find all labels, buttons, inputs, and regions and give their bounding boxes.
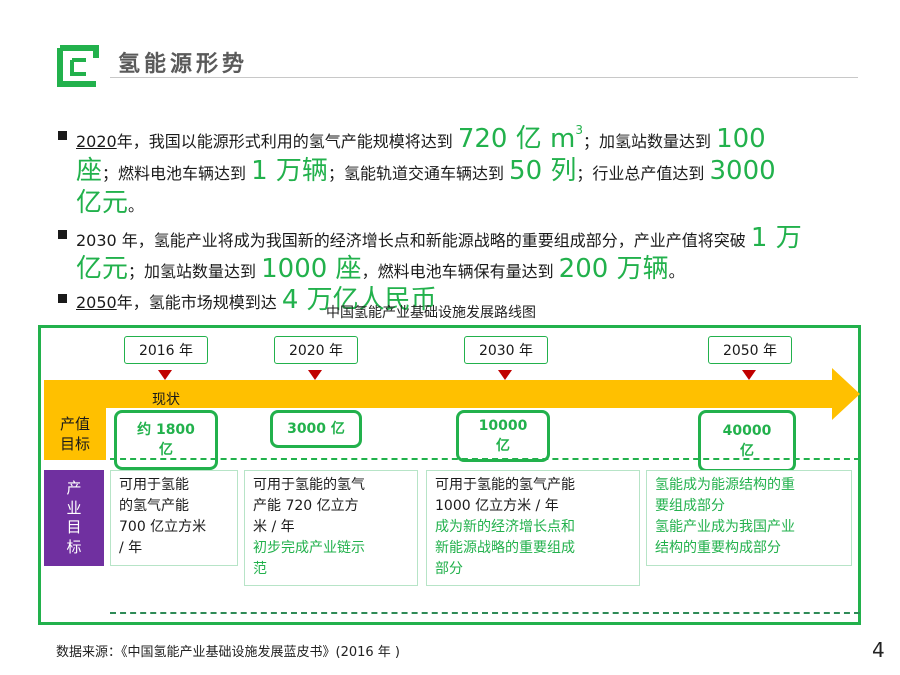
bullet-2-line-2: 亿元；加氢站数量达到 1000 座，燃料电池车辆保有量达到 200 万辆。 — [76, 254, 685, 284]
row-label-industry-target: 产业目标 — [44, 470, 104, 566]
year-box-2050: 2050 年 — [708, 336, 792, 364]
marker-triangle-icon — [308, 370, 322, 380]
year-box-2030: 2030 年 — [464, 336, 548, 364]
bullet-1-line-3: 亿元。 — [76, 188, 145, 218]
value-box-2050: 40000 亿 — [698, 410, 796, 472]
marker-triangle-icon — [742, 370, 756, 380]
value-box-2030: 10000 亿 — [456, 410, 550, 462]
dashed-divider — [110, 458, 860, 460]
logo-bracket-icon — [57, 45, 99, 87]
year-box-2016: 2016 年 — [124, 336, 208, 364]
bullet-1-line-2: 座；燃料电池车辆达到 1 万辆；氢能轨道交通车辆达到 50 列；行业总产值达到 … — [76, 156, 776, 186]
dashed-divider-bottom — [110, 612, 860, 614]
bullet-marker — [58, 230, 67, 239]
year-box-2020: 2020 年 — [274, 336, 358, 364]
target-cell-2016: 可用于氢能 的氢气产能 700 亿立方米 / 年 — [110, 470, 238, 566]
page-title: 氢能源形势 — [118, 52, 249, 77]
target-cell-2030: 可用于氢能的氢气产能 1000 亿立方米 / 年 成为新的经济增长点和 新能源战… — [426, 470, 640, 586]
data-source-note: 数据来源：《中国氢能产业基础设施发展蓝皮书》(2016 年 ) — [56, 645, 400, 660]
value-box-2020: 3000 亿 — [270, 410, 362, 448]
bullet-2-line-1: 2030 年，氢能产业将成为我国新的经济增长点和新能源战略的重要组成部分，产业产… — [76, 223, 802, 253]
row-label-output-target: 产值 目标 — [44, 408, 106, 460]
marker-triangle-icon — [498, 370, 512, 380]
value-box-2016: 约 1800 亿 — [114, 410, 218, 470]
page-number: 4 — [872, 638, 885, 662]
roadmap-title: 中国氢能产业基础设施发展路线图 — [326, 305, 536, 321]
target-cell-2020: 可用于氢能的氢气 产能 720 亿立方 米 / 年 初步完成产业链示 范 — [244, 470, 418, 586]
bullet-1-line-1: 2020年，我国以能源形式利用的氢气产能规模将达到 720 亿 m3；加氢站数量… — [76, 123, 766, 154]
marker-triangle-icon — [158, 370, 172, 380]
current-status-label: 现状 — [152, 392, 180, 408]
title-divider — [110, 77, 858, 78]
bullet-marker — [58, 131, 67, 140]
target-cell-2050: 氢能成为能源结构的重 要组成部分 氢能产业成为我国产业 结构的重要构成部分 — [646, 470, 852, 566]
bullet-marker — [58, 294, 67, 303]
timeline-arrow-head-icon — [832, 368, 860, 420]
